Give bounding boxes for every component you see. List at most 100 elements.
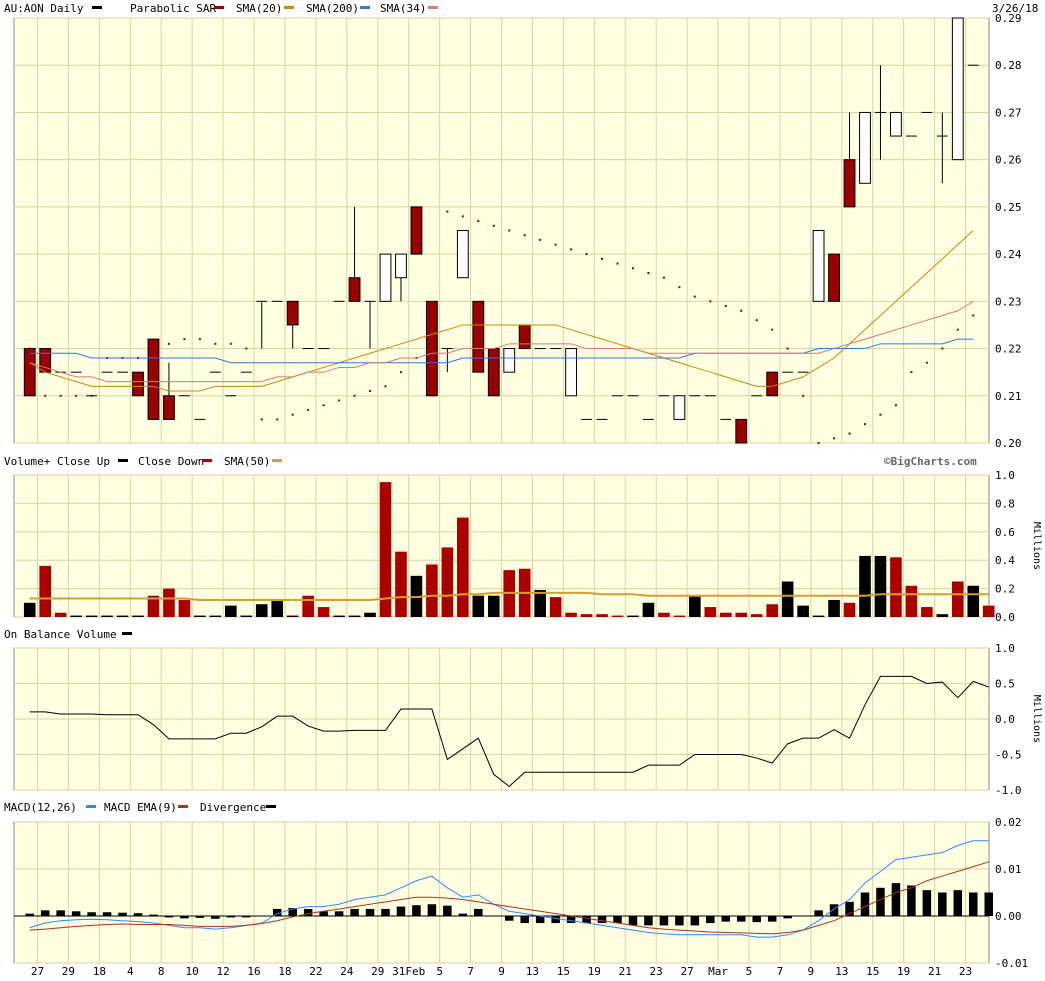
sar-dot [167,342,170,345]
price-y-tick: 0.29 [995,12,1022,25]
sar-dot [229,342,232,345]
volume-bar [642,602,655,617]
price-legend-sar: Parabolic SAR [130,2,216,15]
volume-bar [596,614,608,617]
macd-y-tick: 0.01 [995,863,1022,876]
x-tick-label: 12 [216,965,229,978]
price-legend-sma20: SMA(20) [236,2,282,15]
divergence-bar [566,916,576,924]
obv-unit-label: Millions [1031,695,1042,743]
candle-body [425,300,438,397]
sar-dot [430,342,433,345]
sar-dot [740,309,743,312]
price-legend-sma34: SMA(34) [380,2,426,15]
volume-bar [348,615,361,617]
divergence-bar [504,916,514,921]
sar-dot [833,437,836,440]
volume-bar [472,595,485,617]
sar-dot [941,347,944,350]
obv-y-tick: 0.5 [995,678,1015,691]
candle-body [163,395,175,420]
volume-y-tick: 0.4 [995,554,1015,567]
volume-bar [132,615,144,617]
sar-dot [183,338,186,341]
divergence-bar [520,916,529,924]
x-tick-label: 7 [777,965,784,978]
obv-legend: On Balance Volume [4,628,132,641]
divergence-bar [829,904,839,916]
volume-legend-down: Close Down [138,455,204,468]
volume-unit-label: Millions [1031,522,1042,570]
price-y-tick: 0.26 [995,154,1022,167]
divergence-bar [907,885,916,916]
obv-legend-swatch [122,632,132,635]
obv-y-tick: 0.0 [995,713,1015,726]
divergence-bar [535,916,545,924]
volume-bar [905,585,918,617]
candle-body [410,206,423,255]
volume-bar [549,597,562,617]
divergence-bar [87,912,96,916]
price-y-tick: 0.24 [995,248,1022,261]
x-tick-label: 7 [467,965,474,978]
volume-bar [225,605,237,617]
volume-legend-up-swatch [118,459,128,462]
divergence-bar [938,892,947,916]
volume-bar [39,565,52,617]
x-tick-label: 18 [278,965,291,978]
sar-dot [786,347,789,350]
divergence-bar [984,892,993,916]
x-tick-label: 29 [62,965,75,978]
price-legend-symbol-swatch [92,6,102,9]
sar-dot [245,347,248,350]
candle-body [23,348,36,397]
x-tick-label: 24 [340,965,354,978]
sar-dot [802,394,805,397]
volume-bar [85,615,98,617]
candle-body [147,338,160,420]
x-tick-label: 13 [526,965,539,978]
divergence-bar [56,910,65,916]
sar-dot [925,361,928,364]
sar-dot [477,220,480,223]
x-tick-label: 27 [680,965,693,978]
macd-legend-ema: MACD EMA(9) [104,801,177,814]
x-tick-label: 8 [158,965,165,978]
volume-bar [781,581,794,617]
x-tick-label: 29 [371,965,384,978]
x-tick-label: 9 [498,965,505,978]
volume-bar [750,614,763,617]
obv-y-tick: -0.5 [995,749,1022,762]
volume-bar [395,551,407,617]
candle-body [766,371,779,397]
volume-y-tick: 0.0 [995,611,1015,624]
price-legend-symbol: AU:AON Daily [4,2,84,15]
price-y-tick: 0.28 [995,59,1022,72]
candle-body [565,348,578,397]
price-y-tick: 0.27 [995,106,1022,119]
x-tick-label: 16 [247,965,260,978]
divergence-bar [876,887,885,916]
volume-bar [209,615,222,617]
sar-dot [647,272,650,274]
macd-y-tick: 0.02 [995,816,1022,829]
price-y-tick: 0.21 [995,390,1022,403]
volume-bar [333,615,345,617]
divergence-bar [427,904,437,916]
x-tick-label: 5 [436,965,443,978]
sar-dot [338,399,341,402]
x-tick-label: 22 [309,965,322,978]
candle-body [286,300,299,326]
obv-y-tick: -1.0 [995,784,1022,797]
volume-bar [982,605,995,617]
volume-legend-sma50-swatch [272,459,282,462]
x-tick-label: 9 [808,965,815,978]
sar-dot [616,262,619,265]
sar-dot [446,210,449,213]
divergence-bar [953,890,963,916]
candle-body [395,253,407,279]
candle-body [673,395,686,420]
candle-body [503,348,516,373]
sar-dot [894,404,897,407]
sar-dot [972,314,975,317]
